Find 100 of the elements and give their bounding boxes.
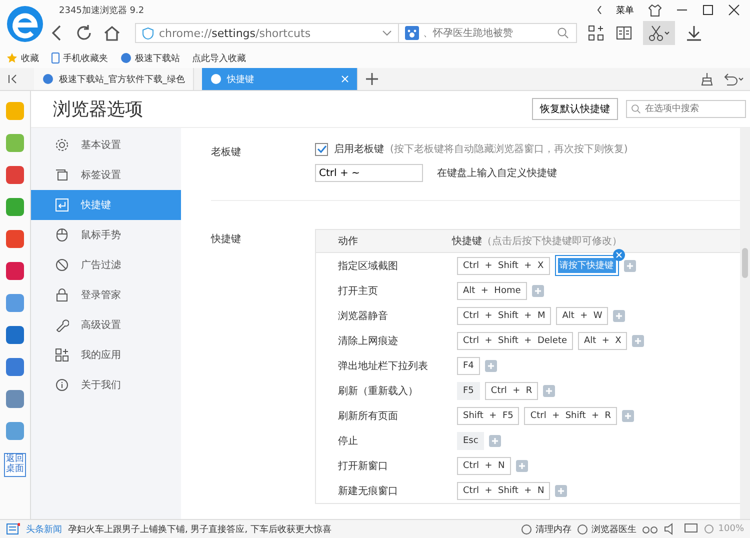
app-shortcut-icon[interactable] — [5, 133, 25, 153]
bookmark-label[interactable]: 手机收藏夹 — [63, 52, 108, 64]
app-shortcut-icon[interactable] — [5, 229, 25, 249]
news-label[interactable]: 头条新闻 — [26, 522, 62, 536]
enter-icon — [55, 198, 69, 212]
settings-nav-item[interactable]: 登录管家 — [31, 280, 181, 310]
key-combo[interactable]: Shift + F5 — [457, 406, 520, 424]
action-label: 停止 — [337, 434, 359, 448]
key-combo[interactable]: F4 — [457, 356, 480, 374]
key-combo[interactable]: Alt + X — [578, 332, 628, 350]
gear-icon — [55, 138, 69, 152]
apps-icon[interactable] — [587, 24, 605, 42]
browser-tab[interactable]: 极速下载站_官方软件下载_绿色 — [34, 68, 194, 90]
phone-icon — [51, 52, 60, 64]
shield-icon — [142, 26, 154, 40]
nav-label[interactable]: 关于我们 — [81, 378, 121, 392]
action-label: 弹出地址栏下拉列表 — [337, 360, 429, 372]
new-tab-icon[interactable] — [366, 73, 378, 85]
reset-shortcuts-button[interactable]: 恢复默认快捷键 — [532, 98, 618, 120]
settings-nav-item[interactable]: 高级设置 — [31, 310, 181, 340]
download-icon[interactable] — [685, 24, 703, 42]
nav-label[interactable]: 鼠标手势 — [81, 228, 121, 242]
search-icon[interactable] — [557, 27, 569, 39]
page-title: 浏览器选项 — [53, 98, 143, 121]
bookmark-label[interactable]: 点此导入收藏 — [192, 52, 246, 64]
glasses-icon[interactable] — [642, 524, 658, 534]
checkbox[interactable] — [315, 142, 328, 156]
wrench-icon — [55, 318, 69, 332]
checkbox-label[interactable]: 启用老板键 — [334, 142, 384, 156]
key-combo[interactable]: Ctrl + N — [457, 456, 511, 474]
key-combo[interactable]: Ctrl + Shift + Delete — [457, 332, 574, 350]
scrollbar-thumb[interactable] — [742, 248, 748, 278]
desktop-button[interactable]: 返回桌面 — [4, 453, 26, 477]
app-shortcut-icon[interactable] — [5, 197, 25, 217]
undo-icon[interactable] — [722, 72, 744, 86]
settings-nav-item[interactable]: 标签设置 — [31, 160, 181, 190]
collapse-icon[interactable] — [8, 74, 18, 84]
chevron-left-icon[interactable] — [597, 6, 602, 14]
status-tool-label[interactable]: 浏览器医生 — [591, 522, 636, 536]
search-field[interactable]: 、怀孕医生跪地被赞 — [399, 23, 577, 43]
close-tab-icon[interactable] — [341, 75, 349, 83]
dropdown-icon[interactable] — [382, 30, 392, 36]
status-tool-label[interactable]: 清理内存 — [535, 522, 572, 536]
circle-icon[interactable] — [577, 524, 588, 534]
key-combo[interactable]: Ctrl + Shift + M — [457, 306, 552, 324]
action-label: 打开主页 — [337, 284, 379, 298]
nav-label[interactable]: 标签设置 — [81, 168, 121, 182]
maximize-icon[interactable] — [702, 4, 714, 16]
settings-nav-item[interactable]: 基本设置 — [31, 130, 181, 160]
key-combo[interactable]: Ctrl + Shift + N — [457, 482, 550, 500]
settings-nav-item[interactable]: 广告过滤 — [31, 250, 181, 280]
action-label: 清除上网痕迹 — [337, 334, 399, 348]
zoom-icon[interactable] — [704, 524, 716, 534]
monitor-icon[interactable] — [684, 523, 698, 535]
bookmark-label[interactable]: 极速下载站 — [135, 52, 180, 64]
bookmark-label[interactable]: 收藏 — [21, 52, 39, 64]
book-icon[interactable] — [615, 24, 633, 42]
shirt-icon[interactable] — [648, 3, 662, 17]
column-hint: （点击后按下快捷键即可修改） — [482, 234, 622, 248]
address-field[interactable]: chrome://settings/shortcuts — [135, 23, 399, 43]
nav-label[interactable]: 基本设置 — [81, 138, 121, 152]
key-combo[interactable]: Alt + W — [556, 306, 608, 324]
clear-icon[interactable] — [612, 249, 625, 261]
nav-label[interactable]: 广告过滤 — [81, 258, 121, 272]
settings-nav-item[interactable]: 鼠标手势 — [31, 220, 181, 250]
key-combo[interactable]: Ctrl + Shift + R — [524, 406, 618, 424]
app-shortcut-icon[interactable] — [5, 261, 25, 281]
nav-label[interactable]: 我的应用 — [81, 348, 121, 362]
menu-button[interactable]: 菜单 — [616, 4, 634, 16]
tabs-icon — [55, 168, 69, 182]
section-label: 老板键 — [211, 146, 242, 160]
settings-nav-item[interactable]: 我的应用 — [31, 340, 181, 370]
app-shortcut-icon[interactable] — [5, 165, 25, 185]
close-icon[interactable] — [728, 4, 740, 16]
app-shortcut-icon[interactable] — [5, 293, 25, 313]
key-combo[interactable]: Ctrl + R — [484, 382, 538, 400]
column-header: 动作 — [337, 235, 359, 248]
boss-key-input[interactable]: Ctrl + ~ — [315, 164, 423, 182]
app-shortcut-icon[interactable] — [5, 325, 25, 345]
action-label: 刷新（重新载入） — [337, 384, 419, 398]
news-headline[interactable]: 孕妇火车上跟男子上铺换下铺, 男子直接答应, 下车后收获更大惊喜 — [68, 522, 332, 536]
nav-label[interactable]: 高级设置 — [81, 318, 121, 332]
mouse-icon — [55, 228, 69, 242]
settings-nav-item[interactable]: 关于我们 — [31, 370, 181, 400]
app-shortcut-icon[interactable] — [5, 421, 25, 441]
reload-icon[interactable] — [75, 24, 93, 42]
block-icon — [55, 258, 69, 272]
news-icon[interactable] — [6, 523, 20, 535]
broom-icon[interactable] — [700, 72, 714, 86]
home-icon[interactable] — [103, 24, 121, 42]
key-combo[interactable]: Ctrl + Shift + X — [457, 256, 550, 274]
nav-label[interactable]: 登录管家 — [81, 288, 121, 302]
options-search-field[interactable]: 在选项中搜索 — [626, 100, 746, 118]
lock-icon — [55, 288, 69, 302]
action-label: 浏览器静音 — [337, 310, 389, 322]
app-shortcut-icon[interactable] — [5, 389, 25, 409]
screenshot-button[interactable] — [643, 21, 675, 45]
key-combo[interactable]: Alt + Home — [457, 282, 527, 300]
app-shortcut-icon[interactable] — [5, 357, 25, 377]
circle-icon[interactable] — [521, 524, 532, 534]
